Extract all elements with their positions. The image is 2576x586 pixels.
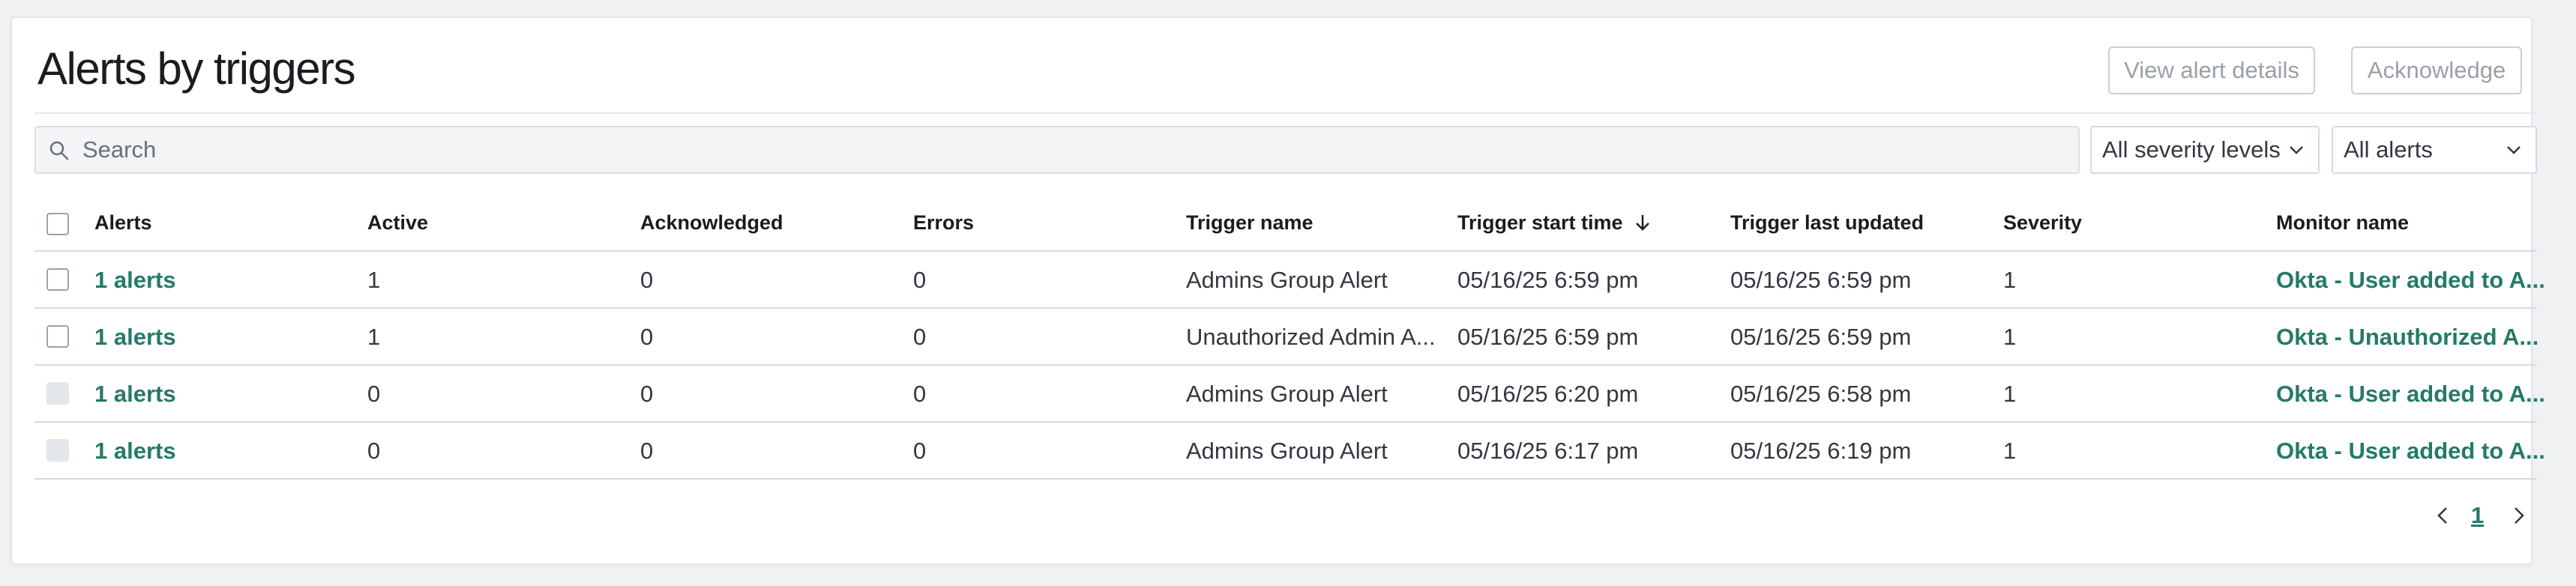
chevron-right-icon[interactable]	[2509, 501, 2530, 531]
column-header-alerts[interactable]: Alerts	[94, 211, 152, 235]
severity-select[interactable]: All severity levels	[2090, 126, 2320, 174]
column-header-severity[interactable]: Severity	[2003, 211, 2082, 235]
active-count: 0	[367, 438, 381, 464]
trigger-start-time: 05/16/25 6:59 pm	[1457, 324, 1639, 350]
chevron-left-icon[interactable]	[2432, 501, 2453, 531]
column-header-trigger-last-updated[interactable]: Trigger last updated	[1730, 211, 1924, 235]
row-divider	[34, 478, 2537, 480]
column-header-errors[interactable]: Errors	[913, 211, 974, 235]
alerts-count-link[interactable]: 1 alerts	[94, 322, 176, 352]
trigger-last-updated: 05/16/25 6:58 pm	[1730, 381, 1912, 407]
monitor-name-link[interactable]: Okta - User added to A...	[2276, 265, 2545, 295]
row-divider	[34, 421, 2537, 423]
column-header-acknowledged[interactable]: Acknowledged	[640, 211, 783, 235]
acknowledged-count: 0	[640, 267, 654, 293]
trigger-last-updated: 05/16/25 6:19 pm	[1730, 438, 1912, 464]
trigger-last-updated: 05/16/25 6:59 pm	[1730, 324, 1912, 350]
severity-value: 1	[2003, 324, 2017, 350]
active-count: 0	[367, 381, 381, 407]
chevron-down-icon	[2290, 146, 2303, 154]
row-divider	[34, 364, 2537, 366]
severity-value: 1	[2003, 267, 2017, 293]
severity-value: 1	[2003, 438, 2017, 464]
view-alert-details-button[interactable]: View alert details	[2108, 46, 2315, 94]
column-header-active[interactable]: Active	[367, 211, 428, 235]
trigger-name: Admins Group Alert	[1186, 267, 1388, 293]
chevron-down-icon	[2507, 146, 2521, 154]
trigger-start-time: 05/16/25 6:20 pm	[1457, 381, 1639, 407]
monitor-name-link[interactable]: Okta - User added to A...	[2276, 379, 2545, 409]
trigger-name: Admins Group Alert	[1186, 381, 1388, 407]
acknowledged-count: 0	[640, 438, 654, 464]
acknowledge-button[interactable]: Acknowledge	[2351, 46, 2522, 94]
row-checkbox-disabled	[46, 382, 69, 405]
trigger-name: Admins Group Alert	[1186, 438, 1388, 464]
row-checkbox[interactable]	[46, 268, 69, 291]
trigger-last-updated: 05/16/25 6:59 pm	[1730, 267, 1912, 293]
errors-count: 0	[913, 381, 927, 407]
row-checkbox[interactable]	[46, 325, 69, 348]
column-header-monitor-name[interactable]: Monitor name	[2276, 211, 2409, 235]
alerts-state-select-value: All alerts	[2344, 136, 2433, 163]
trigger-start-time: 05/16/25 6:17 pm	[1457, 438, 1639, 464]
trigger-start-time: 05/16/25 6:59 pm	[1457, 267, 1639, 293]
column-header-trigger-start-time[interactable]: Trigger start time	[1457, 211, 1651, 235]
acknowledged-count: 0	[640, 324, 654, 350]
alerts-count-link[interactable]: 1 alerts	[94, 379, 176, 409]
divider	[34, 112, 2537, 114]
search-input[interactable]	[82, 127, 2032, 172]
active-count: 1	[367, 267, 381, 293]
alerts-count-link[interactable]: 1 alerts	[94, 265, 176, 295]
sort-descending-icon	[1636, 215, 1649, 231]
row-divider	[34, 307, 2537, 309]
page-number-link[interactable]: 1	[2471, 501, 2484, 531]
select-all-checkbox[interactable]	[46, 213, 69, 235]
row-checkbox-disabled	[46, 439, 69, 462]
page-title: Alerts by triggers	[37, 43, 356, 94]
alerts-count-link[interactable]: 1 alerts	[94, 436, 176, 466]
search-bar[interactable]	[34, 126, 2080, 174]
header-divider	[34, 250, 2537, 252]
active-count: 1	[367, 324, 381, 350]
monitor-name-link[interactable]: Okta - Unauthorized A...	[2276, 322, 2539, 352]
errors-count: 0	[913, 324, 927, 350]
column-header-trigger-name[interactable]: Trigger name	[1186, 211, 1313, 235]
alerts-state-select[interactable]: All alerts	[2332, 126, 2537, 174]
errors-count: 0	[913, 438, 927, 464]
monitor-name-link[interactable]: Okta - User added to A...	[2276, 436, 2545, 466]
severity-value: 1	[2003, 381, 2017, 407]
acknowledged-count: 0	[640, 381, 654, 407]
search-icon	[49, 141, 69, 160]
column-header-label: Trigger start time	[1457, 211, 1623, 234]
errors-count: 0	[913, 267, 927, 293]
trigger-name: Unauthorized Admin A...	[1186, 324, 1436, 350]
severity-select-value: All severity levels	[2102, 136, 2281, 163]
